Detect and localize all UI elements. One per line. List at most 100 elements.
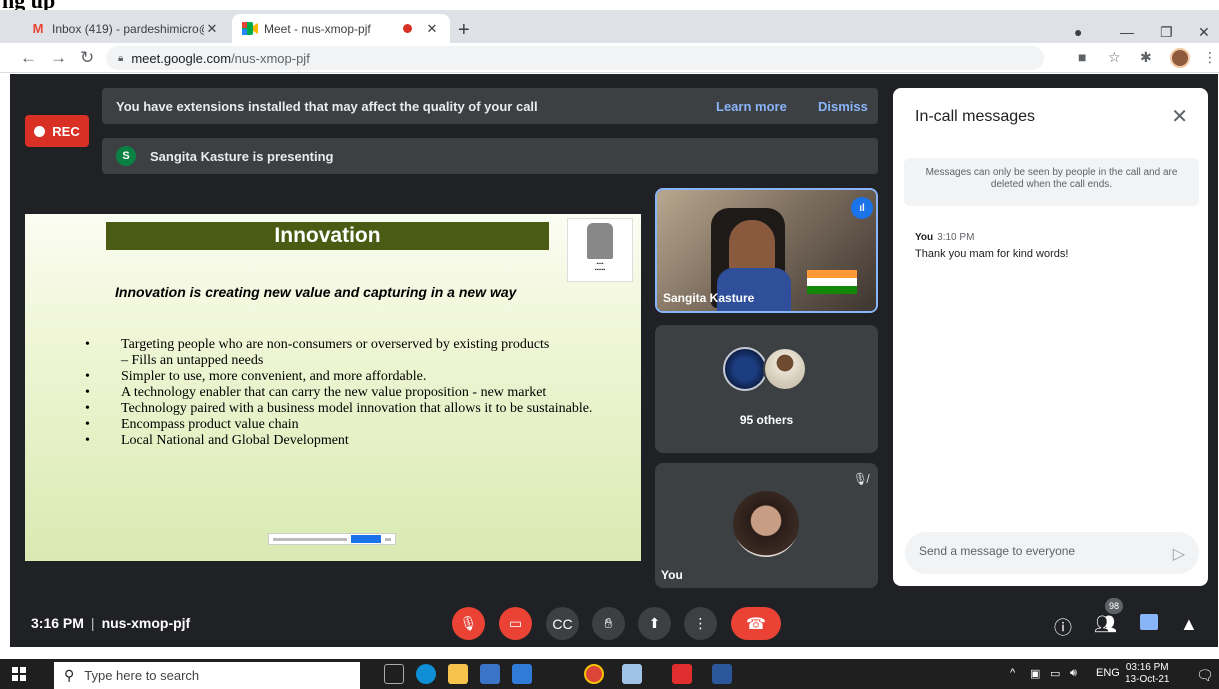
language-indicator[interactable]: ENG: [1096, 667, 1120, 679]
slide-sub-bullet: – Fills an untapped needs: [121, 353, 264, 368]
mail-icon[interactable]: [512, 664, 532, 684]
url-path: /nus-xmop-pjf: [231, 50, 310, 66]
speaker-tile[interactable]: ıl Sangita Kasture: [655, 188, 878, 313]
gmail-icon: M: [32, 21, 44, 36]
slide-bullet: Technology paired with a business model …: [85, 401, 615, 417]
people-icon[interactable]: 👥︎: [1094, 614, 1117, 635]
presenter-avatar: S: [116, 146, 136, 166]
taskbar-search-box[interactable]: ⚲ Type here to search: [54, 662, 360, 689]
meet-icon: [242, 22, 258, 36]
cropped-heading: ng up: [0, 0, 1219, 10]
others-tile[interactable]: 95 others: [655, 325, 878, 453]
others-avatars: [723, 347, 813, 393]
slide-bullet: Simpler to use, more convenient, and mor…: [85, 369, 615, 385]
presentation-slide: Innovation ▪▪▪▪ ▪▪▪▪▪▪ Innovation is crea…: [25, 214, 641, 561]
task-view-icon[interactable]: [384, 664, 404, 684]
recording-icon: [403, 24, 412, 33]
sharing-notice-thumbnail: [268, 533, 396, 545]
recording-badge: REC: [25, 115, 89, 147]
camera-toggle-button[interactable]: ▭: [499, 607, 532, 640]
in-call-messages-panel: In-call messages ✕ Messages can only be …: [893, 88, 1208, 586]
edge-icon[interactable]: [416, 664, 436, 684]
meeting-details-icon[interactable]: ⓘ: [1054, 614, 1072, 640]
slide-bullet: Local National and Global Development: [85, 433, 615, 449]
slide-bullet: A technology enabler that can carry the …: [85, 385, 615, 401]
profile-menu-icon[interactable]: ●: [1074, 24, 1082, 40]
tab-gmail[interactable]: M Inbox (419) - pardeshimicro@mc ✕: [20, 14, 230, 43]
participants-count-badge: 98: [1105, 598, 1123, 614]
taskbar-clock[interactable]: 03:16 PM 13-Oct-21: [1125, 662, 1169, 686]
self-name: You: [661, 568, 683, 582]
notifications-icon[interactable]: 🗨︎: [1196, 667, 1214, 684]
reload-icon[interactable]: ↻: [80, 48, 94, 68]
volume-icon[interactable]: 🔊︎: [1070, 667, 1077, 680]
chat-icon[interactable]: [1140, 614, 1158, 630]
mic-toggle-button[interactable]: 🎙︎: [452, 607, 485, 640]
chat-message-input[interactable]: [919, 544, 1149, 558]
self-avatar: [733, 491, 799, 557]
profile-avatar[interactable]: [1170, 48, 1190, 68]
dismiss-button[interactable]: Dismiss: [818, 99, 868, 114]
more-options-button[interactable]: ⋮: [684, 607, 717, 640]
store-icon[interactable]: [480, 664, 500, 684]
network-app-icon[interactable]: [622, 664, 642, 684]
send-icon[interactable]: ▷: [1173, 544, 1185, 564]
close-chat-icon[interactable]: ✕: [1171, 104, 1188, 129]
banner-text: You have extensions installed that may a…: [116, 98, 538, 114]
present-button[interactable]: ⬆︎: [638, 607, 671, 640]
bookmark-star-icon[interactable]: ☆: [1108, 49, 1121, 66]
window-close-icon[interactable]: ✕: [1198, 24, 1210, 41]
others-count-label: 95 others: [739, 413, 794, 427]
lock-icon: 🔒︎: [118, 52, 124, 64]
speaker-name: Sangita Kasture: [663, 291, 755, 305]
word-icon[interactable]: [712, 664, 732, 684]
captions-button[interactable]: CC: [546, 607, 579, 640]
chat-privacy-note: Messages can only be seen by people in t…: [904, 158, 1199, 206]
url-field[interactable]: 🔒︎ meet.google.com/nus-xmop-pjf: [106, 46, 1044, 70]
meeting-code: nus-xmop-pjf: [101, 615, 191, 631]
restore-icon[interactable]: ❐: [1160, 24, 1173, 41]
close-tab-icon[interactable]: ✕: [424, 21, 440, 37]
slide-subtitle: Innovation is creating new value and cap…: [115, 284, 517, 300]
message-meta: You 3:10 PM: [915, 232, 975, 243]
activities-icon[interactable]: ▲: [1180, 614, 1198, 635]
new-tab-button[interactable]: +: [458, 20, 470, 40]
participant-avatar: [763, 347, 807, 391]
tab-title: Inbox (419) - pardeshimicro@mc: [52, 21, 204, 36]
leave-call-button[interactable]: ☎︎: [731, 607, 781, 640]
meeting-time: 3:16 PM: [31, 615, 84, 631]
presenting-text: Sangita Kasture is presenting: [150, 148, 334, 164]
learn-more-link[interactable]: Learn more: [716, 99, 787, 114]
minimize-icon[interactable]: —: [1120, 24, 1134, 40]
record-dot-icon: [34, 125, 46, 137]
back-icon[interactable]: ←: [20, 48, 37, 68]
national-emblem-logo: ▪▪▪▪ ▪▪▪▪▪▪: [567, 218, 633, 282]
slide-bullet: Encompass product value chain: [85, 417, 615, 433]
tab-meet[interactable]: Meet - nus-xmop-pjf ✕: [232, 14, 450, 43]
chrome-icon[interactable]: [584, 664, 604, 684]
file-explorer-icon[interactable]: [448, 664, 468, 684]
show-hidden-icons[interactable]: ^: [1010, 667, 1015, 679]
url-domain: meet.google.com: [131, 50, 232, 66]
camera-icon[interactable]: ■: [1078, 49, 1086, 65]
chat-title: In-call messages: [915, 108, 1036, 125]
windows-start-icon[interactable]: [12, 667, 26, 681]
chat-input-container: ▷: [905, 532, 1199, 574]
speaking-indicator-icon: ıl: [851, 197, 873, 219]
acrobat-icon[interactable]: [672, 664, 692, 684]
meeting-info: 3:16 PM | nus-xmop-pjf: [31, 615, 191, 631]
taskbar-search-placeholder: Type here to search: [84, 668, 200, 683]
slide-title: Innovation: [106, 222, 549, 250]
chrome-menu-icon[interactable]: ⋮: [1203, 49, 1217, 66]
extension-warning-banner: You have extensions installed that may a…: [102, 88, 878, 124]
extensions-icon[interactable]: ✱: [1140, 49, 1152, 66]
meet-tray-icon[interactable]: ▣: [1030, 667, 1040, 680]
raise-hand-button[interactable]: ✋︎: [592, 607, 625, 640]
slide-bullets: Targeting people who are non-consumers o…: [85, 337, 615, 449]
self-tile[interactable]: 🎙︎̸ You: [655, 463, 878, 588]
browser-tab-bar: M Inbox (419) - pardeshimicro@mc ✕ Meet …: [0, 10, 1219, 43]
search-icon: ⚲: [64, 667, 75, 683]
close-tab-icon[interactable]: ✕: [204, 21, 220, 37]
battery-icon[interactable]: ▭: [1050, 667, 1060, 680]
forward-icon[interactable]: →: [50, 48, 67, 68]
